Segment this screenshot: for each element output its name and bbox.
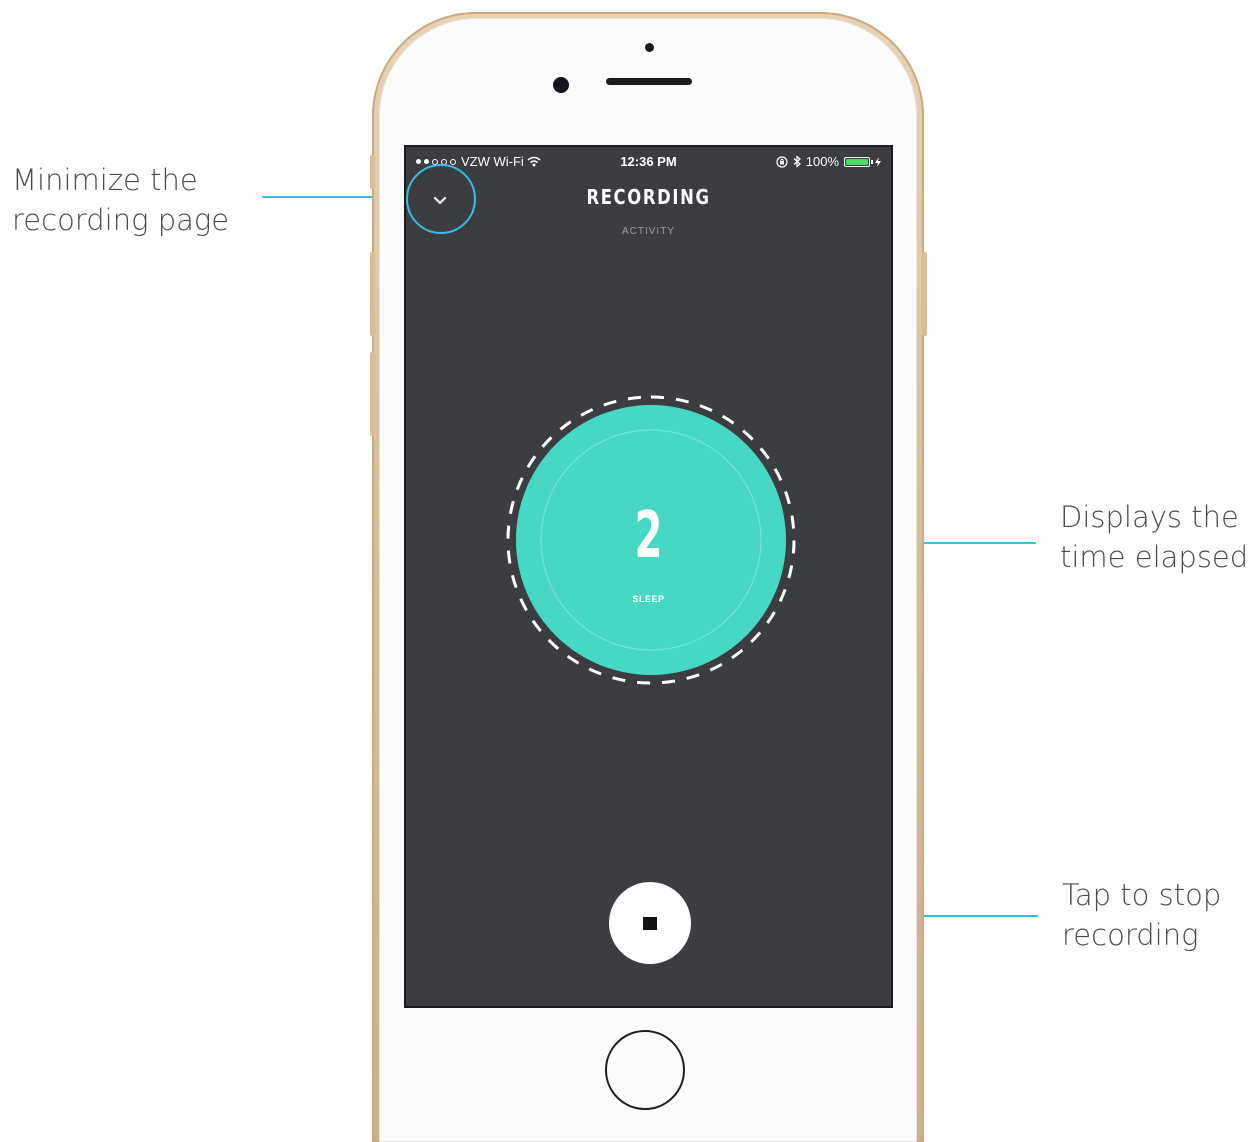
mute-switch	[370, 155, 375, 189]
activity-type-label: SLEEP	[632, 594, 665, 604]
rotation-lock-icon	[776, 155, 788, 168]
home-button[interactable]	[605, 1030, 685, 1110]
battery-percent: 100%	[805, 154, 839, 169]
page-subtitle: ACTIVITY	[621, 226, 675, 237]
charging-bolt-icon	[875, 156, 881, 167]
power-button	[922, 252, 927, 336]
proximity-sensor	[645, 43, 654, 52]
page-title: RECORDING	[586, 185, 711, 209]
volume-down-button	[370, 352, 375, 436]
minimize-highlight-ring	[406, 164, 476, 234]
front-camera	[553, 77, 569, 93]
battery-icon	[844, 156, 873, 167]
status-bar: VZW Wi-Fi 12:36 PM 100%	[406, 147, 891, 177]
annotation-minimize: Minimize the recording page	[12, 163, 230, 237]
stop-icon	[643, 917, 657, 930]
annotation-elapsed: Displays the time elapsed	[1060, 500, 1249, 574]
elapsed-time: 2	[634, 499, 663, 573]
battery-fill	[846, 158, 868, 165]
app-screen: VZW Wi-Fi 12:36 PM 100% RECORDING ACTIVI…	[404, 145, 893, 1008]
earpiece-speaker	[606, 78, 692, 85]
status-right: 100%	[776, 154, 881, 169]
stop-button[interactable]	[609, 882, 691, 964]
bluetooth-icon	[793, 155, 801, 168]
annotation-stop: Tap to stop recording	[1062, 878, 1222, 952]
volume-up-button	[370, 252, 375, 336]
